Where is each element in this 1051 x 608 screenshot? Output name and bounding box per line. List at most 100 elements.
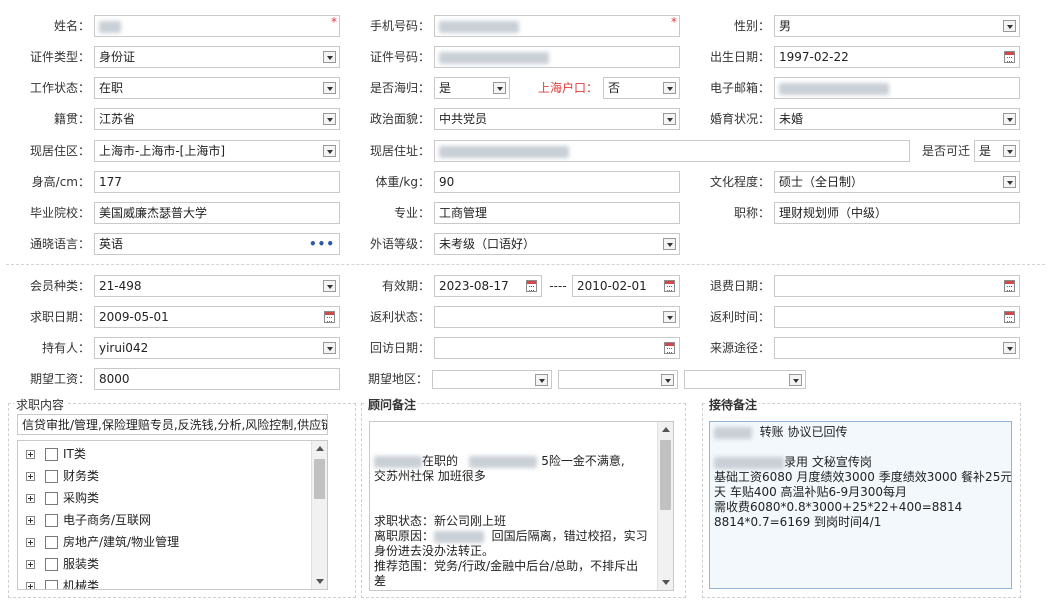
reception-notes-textarea[interactable]: 转账 协议已回传 录用 文秘宣传岗 基础工资6080 月度绩效3000 季度绩效… — [709, 421, 1012, 589]
expand-icon[interactable] — [26, 450, 35, 459]
refund-date-input[interactable] — [774, 275, 1020, 297]
scroll-thumb[interactable] — [314, 459, 325, 499]
chevron-down-icon[interactable] — [493, 82, 506, 94]
chevron-down-icon[interactable] — [323, 280, 336, 292]
chevron-down-icon[interactable] — [1003, 342, 1016, 354]
scroll-thumb[interactable] — [660, 440, 671, 510]
required-mark: * — [671, 15, 677, 29]
expand-icon[interactable] — [26, 516, 35, 525]
id-type-select[interactable]: 身份证 — [94, 46, 340, 68]
native-select[interactable]: 江苏省 — [94, 108, 340, 130]
weight-input[interactable]: 90 — [434, 171, 680, 193]
work-status-select[interactable]: 在职 — [94, 77, 340, 99]
tree-item[interactable]: 电子商务/互联网 — [26, 511, 151, 529]
residence-area-select[interactable]: 上海市-上海市-[上海市] — [94, 140, 340, 162]
marital-select[interactable]: 未婚 — [774, 108, 1020, 130]
notes-scrollbar[interactable] — [657, 422, 673, 590]
calendar-icon[interactable] — [324, 311, 335, 323]
tree-item[interactable]: IT类 — [26, 445, 86, 463]
job-content-summary[interactable]: 信贷审批/管理,保险理赔专员,反洗钱,分析,风险控制,供应链 — [17, 414, 328, 435]
checkbox[interactable] — [45, 492, 58, 505]
checkbox[interactable] — [45, 558, 58, 571]
calendar-icon[interactable] — [1004, 311, 1015, 323]
returnee-label: 是否海归： — [369, 81, 430, 95]
major-input[interactable]: 工商管理 — [434, 202, 680, 224]
chevron-down-icon[interactable] — [663, 82, 676, 94]
foreign-level-select[interactable]: 未考级（口语好） — [434, 233, 680, 255]
relocate-select[interactable]: 是 — [974, 140, 1020, 162]
calendar-icon[interactable] — [526, 280, 537, 292]
source-select[interactable] — [774, 337, 1020, 359]
checkbox[interactable] — [45, 536, 58, 549]
calendar-icon[interactable] — [664, 342, 675, 354]
shanghai-hukou-select[interactable]: 否 — [603, 77, 680, 99]
checkbox[interactable] — [45, 580, 58, 589]
returnee-select[interactable]: 是 — [434, 77, 510, 99]
chevron-down-icon[interactable] — [661, 374, 674, 386]
valid-from-input[interactable]: 2023-08-17 — [434, 275, 542, 297]
holder-select[interactable]: yirui042 — [94, 337, 340, 359]
visit-date-input[interactable] — [434, 337, 680, 359]
chevron-down-icon[interactable] — [323, 145, 336, 157]
checkbox[interactable] — [45, 514, 58, 527]
chevron-down-icon[interactable] — [1003, 176, 1016, 188]
political-select[interactable]: 中共党员 — [434, 108, 680, 130]
valid-to-input[interactable]: 2010-02-01 — [572, 275, 680, 297]
chevron-down-icon[interactable] — [535, 374, 548, 386]
checkbox[interactable] — [45, 470, 58, 483]
chevron-down-icon[interactable] — [323, 51, 336, 63]
chevron-down-icon[interactable] — [789, 374, 802, 386]
more-options-icon[interactable]: ••• — [309, 234, 335, 254]
expand-icon[interactable] — [26, 560, 35, 569]
scroll-up-icon[interactable] — [662, 427, 670, 432]
language-input[interactable]: 英语 ••• — [94, 233, 340, 255]
chevron-down-icon[interactable] — [663, 238, 676, 250]
checkbox[interactable] — [45, 448, 58, 461]
chevron-down-icon[interactable] — [1003, 113, 1016, 125]
residence-addr-input[interactable] — [434, 140, 910, 162]
tree-item[interactable]: 采购类 — [26, 489, 99, 507]
expand-icon[interactable] — [26, 538, 35, 547]
rebate-status-select[interactable] — [434, 306, 680, 328]
id-no-input[interactable] — [434, 46, 680, 68]
expand-icon[interactable] — [26, 494, 35, 503]
tree-item[interactable]: 房地产/建筑/物业管理 — [26, 533, 179, 551]
tree-item[interactable]: 服装类 — [26, 555, 99, 573]
salary-input[interactable]: 8000 — [94, 368, 340, 390]
tree-item[interactable]: 财务类 — [26, 467, 99, 485]
calendar-icon[interactable] — [1004, 280, 1015, 292]
job-date-input[interactable]: 2009-05-01 — [94, 306, 340, 328]
region-province-select[interactable] — [432, 370, 552, 389]
region-district-select[interactable] — [684, 370, 806, 389]
chevron-down-icon[interactable] — [1003, 145, 1016, 157]
chevron-down-icon[interactable] — [323, 113, 336, 125]
chevron-down-icon[interactable] — [663, 113, 676, 125]
tree-item[interactable]: 机械类 — [26, 577, 99, 589]
height-input[interactable]: 177 — [94, 171, 340, 193]
chevron-down-icon[interactable] — [663, 311, 676, 323]
gender-select[interactable]: 男 — [774, 15, 1020, 37]
scroll-down-icon[interactable] — [316, 579, 324, 584]
birth-date-input[interactable]: 1997-02-22 — [774, 46, 1020, 68]
scroll-down-icon[interactable] — [662, 580, 670, 585]
chevron-down-icon[interactable] — [323, 342, 336, 354]
tree-scrollbar[interactable] — [311, 441, 327, 589]
name-input[interactable]: * — [94, 15, 340, 37]
rebate-time-input[interactable] — [774, 306, 1020, 328]
title-input[interactable]: 理财规划师（中级） — [774, 202, 1020, 224]
email-input[interactable] — [774, 77, 1020, 99]
school-input[interactable]: 美国威廉杰瑟普大学 — [94, 202, 340, 224]
scroll-up-icon[interactable] — [316, 446, 324, 451]
calendar-icon[interactable] — [1004, 51, 1015, 63]
expand-icon[interactable] — [26, 472, 35, 481]
calendar-icon[interactable] — [664, 280, 675, 292]
region-city-select[interactable] — [558, 370, 678, 389]
phone-input[interactable]: * — [434, 15, 680, 37]
advisor-notes-textarea[interactable]: 在职的 5险一金不满意, 交苏州社保 加班很多 求职状态：新公司刚上班 离职原因… — [369, 421, 674, 591]
education-select[interactable]: 硕士（全日制） — [774, 171, 1020, 193]
expand-icon[interactable] — [26, 582, 35, 589]
chevron-down-icon[interactable] — [1003, 20, 1016, 32]
job-category-tree[interactable]: IT类 财务类 采购类 电子商务/互联网 房地产/建筑/物业管理 服装类 机械类 — [17, 440, 328, 590]
chevron-down-icon[interactable] — [323, 82, 336, 94]
member-type-select[interactable]: 21-498 — [94, 275, 340, 297]
